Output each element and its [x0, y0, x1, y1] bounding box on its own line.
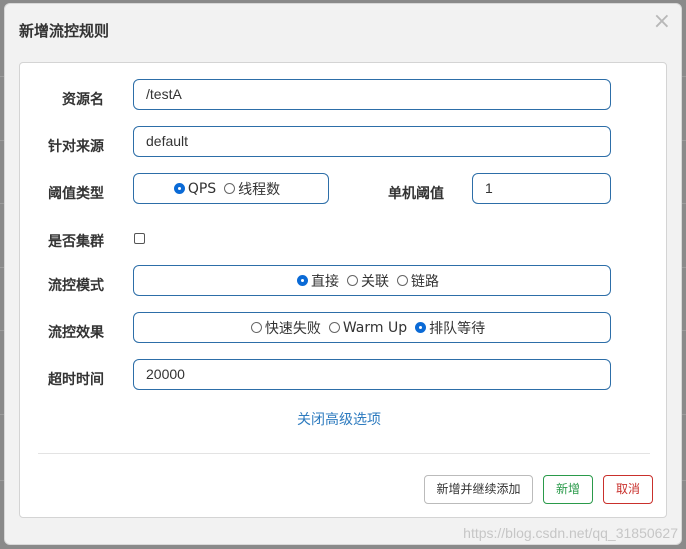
grade-option-qps[interactable]: QPS — [173, 180, 217, 197]
timeout-label: 超时时间 — [48, 372, 104, 388]
radio-unchecked-icon[interactable] — [328, 322, 340, 333]
strategy-radio-group: 直接 关联 链路 — [133, 265, 611, 296]
behavior-label: 流控效果 — [48, 325, 104, 341]
strategy-option-label: 关联 — [361, 273, 389, 290]
radio-checked-icon[interactable] — [415, 322, 427, 333]
limit-app-input[interactable]: default — [133, 126, 611, 157]
radio-unchecked-icon[interactable] — [397, 275, 408, 286]
resource-label: 资源名 — [62, 92, 104, 108]
footer-divider — [38, 453, 650, 454]
grade-option-label: 线程数 — [238, 181, 281, 198]
radio-checked-icon[interactable] — [297, 275, 308, 286]
radio-checked-icon[interactable] — [173, 183, 185, 194]
close-icon[interactable]: × — [653, 10, 671, 34]
add-and-continue-button[interactable]: 新增并继续添加 — [424, 475, 533, 504]
strategy-label: 流控模式 — [48, 278, 104, 294]
form-panel: 资源名 /testA 针对来源 default 阈值类型 QPS 线程数 单机阈… — [19, 62, 667, 518]
cluster-checkbox[interactable] — [134, 233, 145, 244]
radio-unchecked-icon[interactable] — [250, 322, 262, 333]
strategy-option-direct[interactable]: 直接 — [297, 271, 339, 291]
strategy-option-label: 链路 — [411, 273, 439, 290]
watermark: https://blog.csdn.net/qq_31850627 — [463, 525, 678, 541]
grade-radio-group: QPS 线程数 — [133, 173, 329, 204]
advanced-options-toggle[interactable]: 关闭高级选项 — [297, 409, 381, 429]
behavior-option-label: Warm Up — [342, 319, 408, 336]
timeout-input[interactable]: 20000 — [133, 359, 611, 390]
behavior-option-fail-fast[interactable]: 快速失败 — [250, 318, 321, 338]
resource-name-input[interactable]: /testA — [133, 79, 611, 110]
behavior-option-queue[interactable]: 排队等待 — [415, 318, 485, 338]
grade-label: 阈值类型 — [48, 186, 104, 202]
count-input[interactable]: 1 — [472, 173, 611, 204]
cancel-button[interactable]: 取消 — [603, 475, 653, 504]
add-button[interactable]: 新增 — [543, 475, 593, 504]
strategy-option-chain[interactable]: 链路 — [397, 271, 439, 291]
count-label: 单机阈值 — [388, 186, 444, 202]
strategy-option-relate[interactable]: 关联 — [347, 271, 389, 291]
radio-unchecked-icon[interactable] — [224, 183, 236, 194]
cluster-label: 是否集群 — [48, 234, 104, 250]
dialog-title: 新增流控规则 — [19, 22, 110, 40]
behavior-option-warm-up[interactable]: Warm Up — [328, 319, 408, 336]
limit-app-label: 针对来源 — [48, 139, 104, 155]
grade-option-label: QPS — [187, 180, 217, 197]
behavior-radio-group: 快速失败 Warm Up 排队等待 — [133, 312, 611, 343]
grade-option-thread[interactable]: 线程数 — [224, 179, 280, 199]
behavior-option-label: 排队等待 — [429, 320, 486, 337]
radio-unchecked-icon[interactable] — [347, 275, 358, 286]
add-flow-rule-dialog: 新增流控规则 × 资源名 /testA 针对来源 default 阈值类型 QP… — [4, 3, 682, 545]
behavior-option-label: 快速失败 — [264, 320, 321, 337]
strategy-option-label: 直接 — [311, 273, 339, 290]
